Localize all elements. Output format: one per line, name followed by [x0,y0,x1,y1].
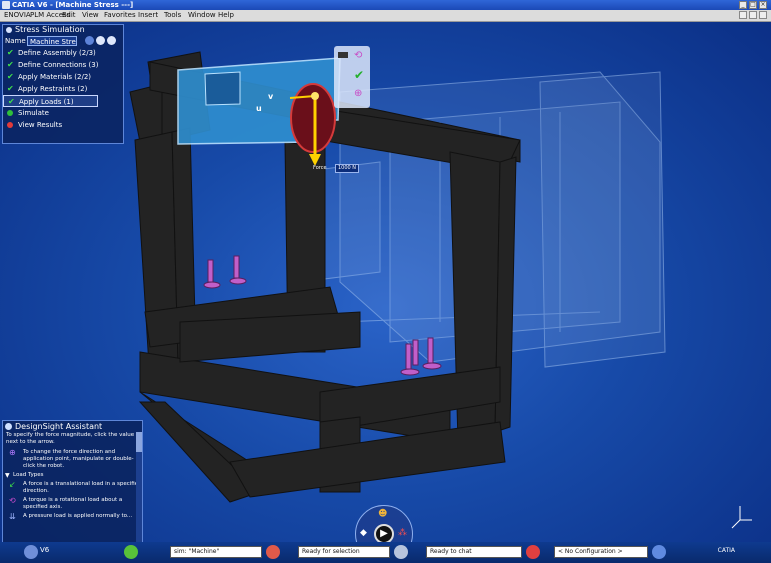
selection-status: Ready for selection [298,546,390,558]
menu-help[interactable]: Help [218,11,234,19]
step-label: Define Connections (3) [18,61,99,69]
chat-status: Ready to chat [426,546,522,558]
menu-tools[interactable]: Tools [164,11,181,19]
check-icon: ✔ [7,60,14,69]
panel-icon [6,27,12,33]
pressure-description: A pressure load is applied normally to..… [23,513,133,519]
window-controls: _ □ × [739,1,767,9]
step-view-results[interactable]: View Results [3,119,123,131]
step-define-assembly[interactable]: ✔ Define Assembly (2/3) [3,47,123,59]
shape-icon[interactable]: ◆ [360,528,367,538]
info-icon [5,423,12,430]
robot-icon: ⊕ [9,448,16,457]
search-icon[interactable] [266,545,280,559]
go-icon[interactable] [124,545,138,559]
step-label: Simulate [18,109,49,117]
chat-icon[interactable] [526,545,540,559]
play-button[interactable]: ▶ [374,524,394,542]
step-label: Apply Restraints (2) [18,85,88,93]
step-apply-loads[interactable]: ✔ Apply Loads (1) [3,95,98,107]
minimize-button[interactable]: _ [739,1,747,9]
info-icon[interactable] [107,36,116,45]
assistant-title: DesignSight Assistant [15,422,103,431]
step-define-connections[interactable]: ✔ Define Connections (3) [3,59,123,71]
load-types-heading: Load Types [13,472,44,478]
pending-red-icon [7,122,13,128]
restraint-pins-left[interactable] [203,255,247,289]
step-apply-materials[interactable]: ✔ Apply Materials (2/2) [3,71,123,83]
people-icon[interactable]: ☻ [378,509,387,519]
step-label: Apply Materials (2/2) [18,73,92,81]
assistant-intro: To specify the force magnitude, click th… [6,432,135,445]
pending-green-icon [7,110,13,116]
check-icon: ✔ [7,72,14,81]
doc-close-button[interactable] [759,11,767,19]
v6-label: V6 [40,546,50,554]
designsight-assistant-panel: DesignSight Assistant To specify the for… [2,420,143,544]
close-button[interactable]: × [759,1,767,9]
configuration-field[interactable]: < No Configuration > [554,546,648,558]
panel-title: Stress Simulation [15,25,85,34]
step-label: Apply Loads (1) [19,98,74,106]
configuration-icon[interactable] [652,545,666,559]
assistant-tip: To change the force direction and applic… [23,449,134,469]
check-icon: ✔ [7,84,14,93]
rotation-axis-icon[interactable]: ⊕ [354,88,362,99]
torque-icon[interactable]: ⟲ [354,50,362,61]
assistant-scrollbar[interactable] [136,432,142,542]
force-label: Force [313,165,327,171]
compass-icon[interactable] [24,545,38,559]
force-icon: ↙ [9,480,16,489]
axis-triad [731,506,752,529]
axis-v-label: v [268,92,274,101]
title-bar: CATIA V6 - [Machine Stress ---] _ □ × [0,0,771,10]
edit-icon[interactable] [85,36,94,45]
rotate-handle-icon[interactable] [338,52,348,58]
torque-description: A torque is a rotational load about a sp… [23,497,123,510]
force-value[interactable]: 1000 N [335,164,359,173]
name-field[interactable]: Machine Stress [27,36,77,46]
catia-logo: CATIA [717,547,735,554]
doc-restore-button[interactable] [749,11,757,19]
step-simulate[interactable]: Simulate [3,107,123,119]
stress-simulation-panel: Stress Simulation Name Machine Stress ✔ D… [2,24,124,144]
menu-enovia[interactable]: ENOVIA [4,11,31,19]
menu-bar: ENOVIA PLM Access Edit View Favorites In… [0,10,771,22]
selection-icon[interactable] [394,545,408,559]
force-description: A force is a translational load in a spe… [23,481,142,494]
step-apply-restraints[interactable]: ✔ Apply Restraints (2) [3,83,123,95]
scrollbar-thumb[interactable] [136,432,142,452]
collapse-icon[interactable]: ▼ [5,472,10,479]
menu-window[interactable]: Window [188,11,216,19]
step-label: View Results [18,121,63,129]
name-label: Name [5,37,26,45]
doc-minimize-button[interactable] [739,11,747,19]
share-icon[interactable]: ⁂ [398,528,407,538]
menu-edit[interactable]: Edit [62,11,76,19]
pressure-icon: ⇊ [9,512,16,521]
app-logo-icon [2,1,10,9]
axis-u-label: u [256,104,262,113]
torque-icon: ⟲ [9,496,16,505]
menu-view[interactable]: View [82,11,99,19]
check-icon: ✔ [7,48,14,57]
status-bar: V6 sim: "Machine" Ready for selection Re… [0,542,771,563]
confirm-check-icon[interactable]: ✔ [354,68,364,82]
manipulation-toolbox: ⟲ ✔ ⊕ [334,46,370,108]
menu-insert[interactable]: Insert [138,11,158,19]
menu-favorites[interactable]: Favorites [104,11,136,19]
search-field[interactable]: sim: "Machine" [170,546,262,558]
maximize-button[interactable]: □ [749,1,757,9]
step-label: Define Assembly (2/3) [18,49,96,57]
window-title: CATIA V6 - [Machine Stress ---] [12,1,134,9]
settings-icon[interactable] [96,36,105,45]
